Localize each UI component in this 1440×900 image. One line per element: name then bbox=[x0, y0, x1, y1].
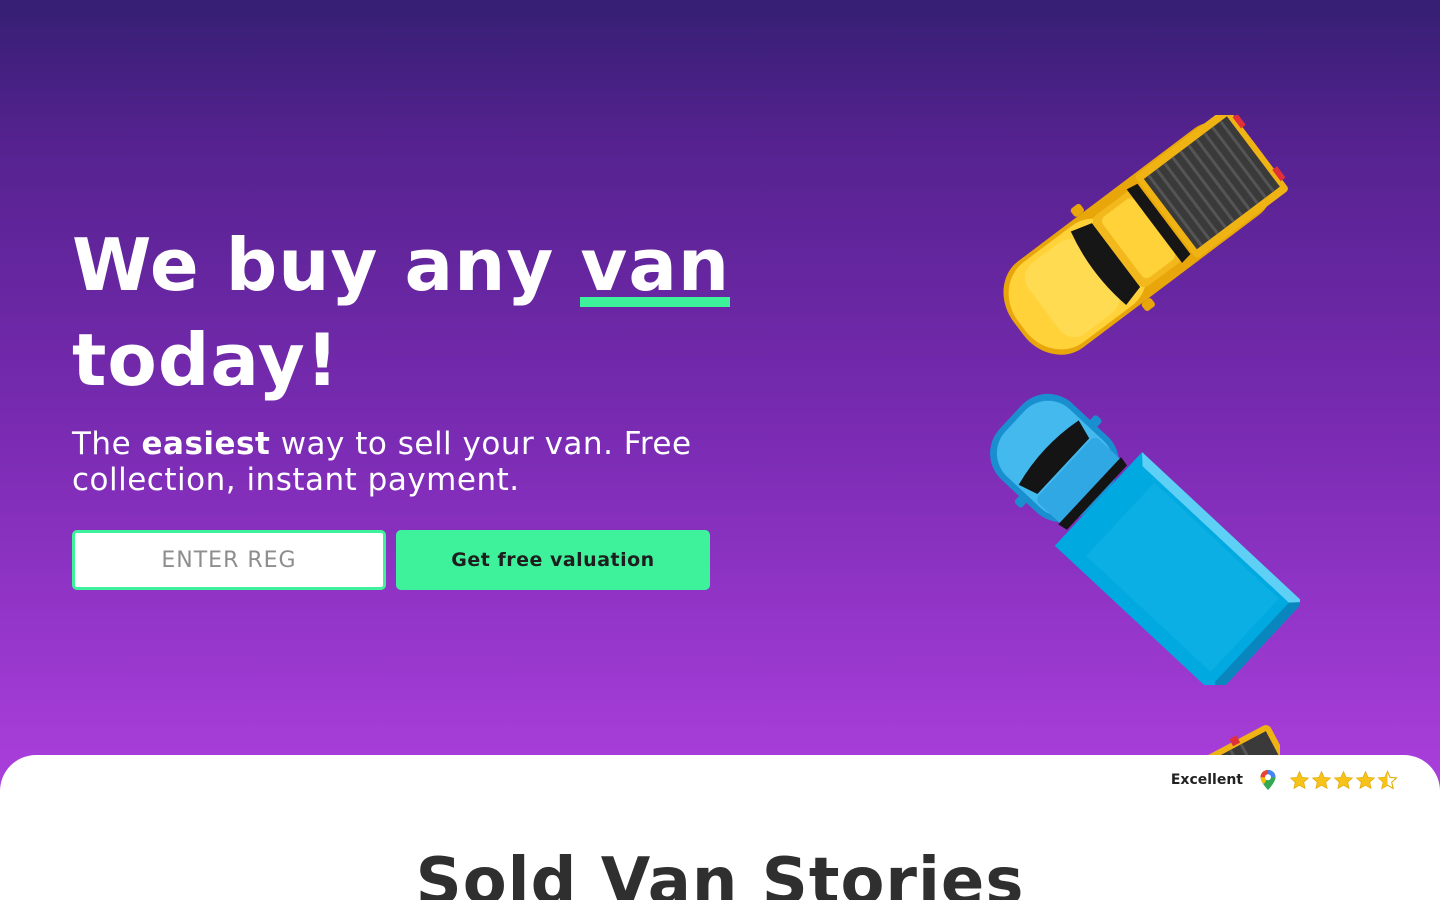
headline-text: We buy any bbox=[72, 223, 581, 307]
star-half-icon bbox=[1377, 769, 1398, 790]
hero-headline: We buy any van today! bbox=[72, 218, 832, 408]
star-full-icon bbox=[1311, 770, 1332, 789]
star-full-icon bbox=[1289, 770, 1310, 789]
headline-highlight: van bbox=[580, 218, 730, 313]
rating-label: Excellent bbox=[1170, 772, 1243, 788]
content-panel: Excellent Sold Van Stories bbox=[0, 755, 1440, 900]
get-valuation-button[interactable]: Get free valuation bbox=[396, 530, 710, 590]
blue-box-van-illustration bbox=[990, 393, 1300, 685]
hero-section: We buy any van today! The easiest way to… bbox=[0, 0, 1440, 790]
yellow-pickup-truck-illustration bbox=[1003, 115, 1288, 355]
rating-widget[interactable]: Excellent bbox=[1171, 769, 1398, 791]
headline-text-line2: today! bbox=[72, 318, 340, 402]
google-maps-pin-icon bbox=[1260, 770, 1276, 790]
star-full-icon bbox=[1333, 770, 1354, 789]
star-full-icon bbox=[1355, 770, 1376, 789]
section-title: Sold Van Stories bbox=[415, 845, 1025, 900]
hero-subtitle: The easiest way to sell your van. Free c… bbox=[72, 426, 692, 498]
rating-stars bbox=[1289, 769, 1398, 791]
reg-input[interactable] bbox=[72, 530, 386, 590]
